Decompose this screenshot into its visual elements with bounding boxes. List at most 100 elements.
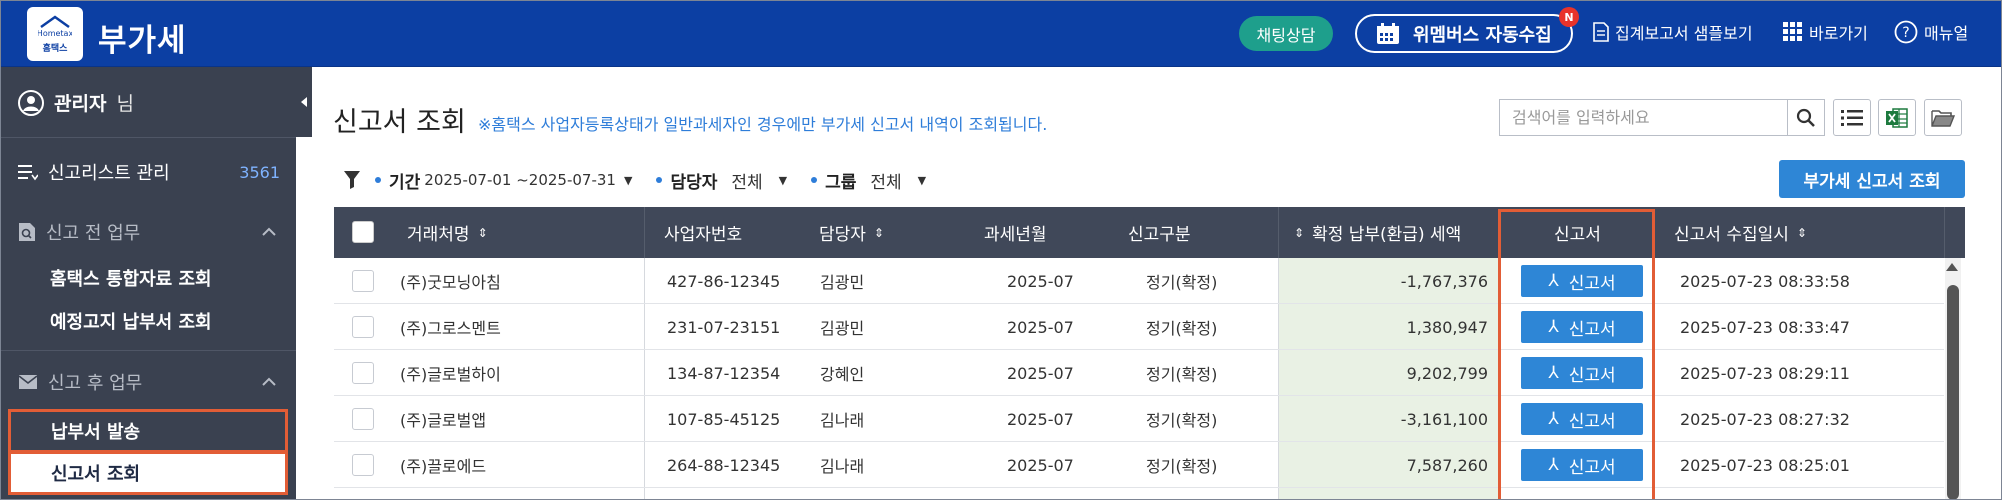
report-type: 정기(확정) [1146,411,1218,430]
logo-text: 홈택스 [42,43,68,54]
list-icon [1841,109,1863,126]
user-avatar-icon [18,89,44,116]
caret-down-icon: ▼ [917,173,927,187]
column-label: 신고서 수집일시 [1674,225,1789,245]
open-folder-button[interactable] [1924,99,1962,136]
manual-link[interactable]: ? 매뉴얼 [1894,20,1968,44]
tax-amount: 9,202,799 [1406,363,1488,383]
select-all-checkbox[interactable] [352,221,374,243]
sidebar-section-before[interactable]: 신고 전 업무 [18,219,280,245]
report-type: 정기(확정) [1146,457,1218,476]
manager-filter[interactable]: 담당자 전체 ▼ [656,168,787,193]
report-column-highlight [1498,209,1655,500]
manager-name: 김광민 [820,273,865,292]
collected-datetime: 2025-07-23 08:29:11 [1680,363,1850,383]
group-value: 전체 [870,172,902,193]
manual-label: 매뉴얼 [1924,24,1969,43]
report-list-label: 신고리스트 관리 [48,163,170,184]
filter-icon[interactable] [343,170,361,190]
manager-value: 전체 [731,172,763,193]
sidebar-collapse-handle[interactable] [296,67,312,137]
search-input[interactable] [1500,100,1788,135]
row-checkbox[interactable] [352,408,374,430]
tax-amount: -3,161,100 [1400,409,1488,429]
report-list-count: 3561 [239,162,280,182]
row-checkbox[interactable] [352,270,374,292]
table-header: 거래처명 ⇕ 사업자번호 담당자 ⇕ 과세년월 신고구분 ⇕ 확정 납부(환급)… [334,207,1965,258]
sidebar: 관리자 님 신고리스트 관리 3561 신고 전 업무 홈택스 통합자료 조회 … [0,67,296,500]
row-checkbox[interactable] [352,316,374,338]
svg-text:?: ? [1902,25,1909,41]
sidebar-item-payment-send[interactable]: 납부서 발송 [8,409,288,453]
section-before-label: 신고 전 업무 [46,223,141,244]
list-icon [18,165,38,181]
wemembers-auto-collect-button[interactable]: 위멤버스 자동수집 [1355,14,1573,53]
column-header-client[interactable]: 거래처명 ⇕ [407,207,488,258]
column-header-manager[interactable]: 담당자 ⇕ [819,207,884,258]
table-row[interactable]: (주)그로스멘트 231-07-23151 김광민 2025-07 정기(확정)… [334,304,1944,350]
group-filter[interactable]: 그룹 전체 ▼ [811,168,926,193]
sidebar-item-report-list[interactable]: 신고리스트 관리 3561 [18,159,280,185]
sort-icon: ⇕ [1294,225,1305,240]
chevron-up-icon [262,377,276,386]
tax-amount: 7,587,260 [1406,455,1488,475]
column-divider [1944,207,1945,258]
scrollbar-thumb[interactable] [1947,285,1959,500]
report-type: 정기(확정) [1146,365,1218,384]
scroll-up-arrow-icon[interactable] [1946,263,1958,271]
manager-name: 강혜인 [820,365,865,384]
list-view-button[interactable] [1833,99,1871,136]
mail-icon [18,375,38,389]
app-title: 부가세 [98,23,187,59]
sidebar-item-advance-notice[interactable]: 예정고지 납부서 조회 [50,308,212,334]
new-badge: N [1559,7,1579,27]
excel-icon [1886,107,1908,128]
search-field[interactable] [1499,99,1789,136]
biz-number: 264-88-12345 [667,455,781,475]
document-icon [1593,22,1609,42]
sidebar-divider [0,350,296,351]
excel-download-button[interactable] [1878,99,1916,136]
vat-report-query-button[interactable]: 부가세 신고서 조회 [1779,160,1965,198]
chat-consult-button[interactable]: 채팅상담 [1239,16,1333,51]
column-header-biz-no: 사업자번호 [664,225,743,245]
table-row[interactable]: (주)끌로에드 264-88-12345 김나래 2025-07 정기(확정) … [334,442,1944,488]
wemembers-label: 위멤버스 자동수집 [1413,24,1552,46]
shortcut-link[interactable]: 바로가기 [1783,20,1868,44]
caret-down-icon: ▼ [778,173,788,187]
sidebar-item-hometax-integrated[interactable]: 홈택스 통합자료 조회 [50,265,212,291]
tax-period: 2025-07 [1007,363,1074,383]
tax-amount: 1,380,947 [1406,317,1488,337]
sidebar-divider [0,137,296,138]
svg-text:Hometax: Hometax [38,29,72,38]
biz-number: 427-86-12345 [667,271,781,291]
hometax-logo[interactable]: Hometax 홈택스 [27,7,83,61]
table-row[interactable]: (주)굿모닝아침 427-86-12345 김광민 2025-07 정기(확정)… [334,258,1944,304]
tax-period: 2025-07 [1007,271,1074,291]
caret-down-icon: ▼ [623,173,633,187]
table-row[interactable]: (주)글로벌하이 134-87-12354 강혜인 2025-07 정기(확정)… [334,350,1944,396]
biz-number: 231-07-23151 [667,317,781,337]
collected-datetime: 2025-07-23 08:25:01 [1680,455,1850,475]
search-button[interactable] [1787,99,1825,136]
report-table: 거래처명 ⇕ 사업자번호 담당자 ⇕ 과세년월 신고구분 ⇕ 확정 납부(환급)… [334,207,1965,500]
report-type: 정기(확정) [1146,273,1218,292]
column-header-amount[interactable]: ⇕ 확정 납부(환급) 세액 [1294,207,1461,258]
client-name: (주)끌로에드 [400,457,487,476]
tax-amount: -1,767,376 [1400,271,1488,291]
report-sample-link[interactable]: 집계보고서 샘플보기 [1593,20,1753,44]
client-name: (주)글로벌앱 [400,411,487,430]
page-notice: ※홈택스 사업자등록상태가 일반과세자인 경우에만 부가세 신고서 내역이 조회… [478,115,1048,134]
table-row[interactable]: (주)글로벌앱 107-85-45125 김나래 2025-07 정기(확정) … [334,396,1944,442]
report-type: 정기(확정) [1146,319,1218,338]
sort-icon: ⇕ [477,225,488,240]
chevron-left-icon [301,97,307,107]
row-checkbox[interactable] [352,454,374,476]
row-checkbox[interactable] [352,362,374,384]
sidebar-section-after[interactable]: 신고 후 업무 [18,369,280,395]
section-after-label: 신고 후 업무 [48,373,143,394]
period-value: 2025-07-01 ~2025-07-31 [424,171,616,189]
sidebar-item-report-lookup[interactable]: 신고서 조회 [8,451,288,495]
period-filter[interactable]: 기간 2025-07-01 ~2025-07-31 ▼ [375,168,632,193]
column-header-collected[interactable]: 신고서 수집일시 ⇕ [1674,207,1807,258]
